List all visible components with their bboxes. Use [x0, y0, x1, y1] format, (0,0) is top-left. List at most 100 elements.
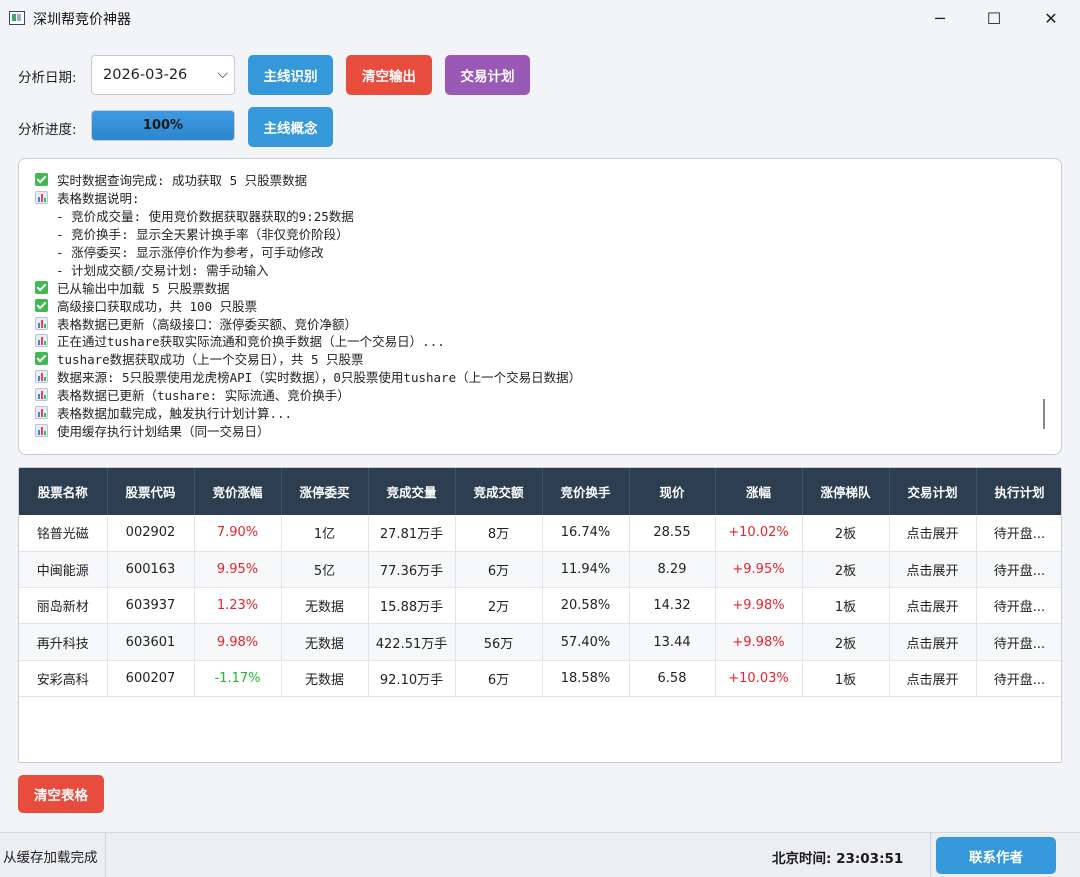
column-header[interactable]: 现价 — [629, 468, 716, 515]
chart-icon — [35, 334, 48, 348]
table-cell: 无数据 — [281, 587, 369, 625]
log-line: 表格数据已更新（高级接口：涨停委买额、竞价净额） — [35, 314, 1045, 332]
app-icon — [9, 11, 25, 25]
table-cell: 2板 — [802, 515, 890, 552]
table-cell: 9.98% — [194, 623, 282, 661]
table-cell: +10.02% — [715, 515, 803, 552]
trade-plan-button[interactable]: 交易计划 — [445, 55, 530, 95]
contact-author-button[interactable]: 联系作者 — [936, 837, 1056, 874]
table-cell: 002902 — [107, 515, 195, 552]
log-text: - 竞价换手: 显示全天累计换手率（非仅竞价阶段） — [41, 227, 349, 243]
table-cell[interactable]: 点击展开 — [889, 551, 977, 589]
log-text: 使用缓存执行计划结果（同一交易日） — [57, 423, 270, 439]
mainline-identify-button[interactable]: 主线识别 — [248, 55, 333, 95]
title-bar: 深圳帮竞价神器 ─ ☐ ✕ — [0, 0, 1080, 36]
table-cell: 16.74% — [542, 515, 630, 552]
log-text: 实时数据查询完成: 成功获取 5 只股票数据 — [57, 173, 308, 189]
column-header[interactable]: 交易计划 — [889, 468, 977, 515]
table-cell: 待开盘... — [976, 587, 1061, 625]
beijing-clock: 北京时间: 23:03:51 — [772, 851, 904, 867]
table-cell: -1.17% — [194, 660, 282, 697]
log-text: - 竞价成交量: 使用竞价数据获取器获取的9:25数据 — [41, 209, 354, 225]
table-cell: 11.94% — [542, 551, 630, 589]
table-cell: 14.32 — [629, 587, 716, 625]
table-cell[interactable]: 点击展开 — [889, 623, 977, 661]
chart-icon — [35, 423, 48, 437]
mainline-concept-button[interactable]: 主线概念 — [248, 107, 333, 147]
log-line: - 计划成交额/交易计划: 需手动输入 — [35, 260, 1045, 278]
clear-table-button[interactable]: 清空表格 — [18, 775, 104, 813]
progress-text: 100% — [142, 118, 184, 133]
table-cell: 15.88万手 — [368, 587, 456, 625]
log-line: - 涨停委买: 显示涨停价作为参考，可手动修改 — [35, 243, 1045, 261]
log-line: 实时数据查询完成: 成功获取 5 只股票数据 — [35, 171, 1045, 189]
analysis-progress-bar: 100% — [91, 110, 235, 141]
log-text: 表格数据已更新（tushare: 实际流通、竞价换手） — [57, 388, 350, 404]
column-header[interactable]: 竞价换手 — [542, 468, 630, 515]
date-label: 分析日期: — [18, 70, 77, 86]
table-cell: 92.10万手 — [368, 660, 456, 697]
chart-icon — [35, 370, 48, 384]
table-row[interactable]: 再升科技 603601 9.98% 无数据 422.51万手 56万 57.40% 13.44… — [19, 623, 1061, 661]
log-line: 数据来源: 5只股票使用龙虎榜API（实时数据），0只股票使用tushare（上… — [35, 368, 1045, 386]
chart-icon — [35, 406, 48, 420]
close-button[interactable]: ✕ — [1026, 0, 1076, 36]
chevron-down-icon: ⌵ — [217, 66, 228, 82]
log-text: 高级接口获取成功，共 100 只股票 — [57, 298, 258, 314]
table-row[interactable]: 安彩高科 600207 -1.17% 无数据 92.10万手 6万 18.58% 6.58 +1… — [19, 660, 1061, 697]
log-text: - 涨停委买: 显示涨停价作为参考，可手动修改 — [41, 245, 324, 261]
table-cell: 13.44 — [629, 623, 716, 661]
table-row[interactable]: 铭普光磁 002902 7.90% 1亿 27.81万手 8万 16.74% 28.55 +10… — [19, 515, 1061, 552]
log-text: 表格数据已更新（高级接口：涨停委买额、竞价净额） — [57, 316, 358, 332]
table-cell: 422.51万手 — [368, 623, 456, 661]
minimize-button[interactable]: ─ — [915, 0, 965, 36]
column-header[interactable]: 涨停梯队 — [802, 468, 890, 515]
table-cell: 28.55 — [629, 515, 716, 552]
status-divider — [930, 833, 931, 877]
maximize-button[interactable]: ☐ — [969, 0, 1019, 36]
column-header[interactable]: 股票名称 — [19, 468, 108, 515]
log-line: 表格数据说明: — [35, 189, 1045, 207]
log-line: - 竞价换手: 显示全天累计换手率（非仅竞价阶段） — [35, 225, 1045, 243]
column-header[interactable]: 竞价涨幅 — [194, 468, 282, 515]
table-row[interactable]: 丽岛新材 603937 1.23% 无数据 15.88万手 2万 20.58% 14.32 +9… — [19, 587, 1061, 625]
table-cell[interactable]: 点击展开 — [889, 515, 977, 552]
date-value: 2026-03-26 — [103, 67, 188, 83]
column-header[interactable]: 涨幅 — [715, 468, 803, 515]
table-cell: 中闽能源 — [19, 551, 108, 589]
log-text: tushare数据获取成功（上一个交易日），共 5 只股票 — [57, 352, 364, 368]
table-header-row: 股票名称 股票代码 竞价涨幅 涨停委买 竞成交量 竞成交额 竞价换手 现价 涨幅 涨停梯队 交易计划… — [19, 468, 1061, 515]
table-cell: 待开盘... — [976, 551, 1061, 589]
log-line: 使用缓存执行计划结果（同一交易日） — [35, 421, 1045, 439]
table-cell: 1板 — [802, 660, 890, 697]
table-row[interactable]: 中闽能源 600163 9.95% 5亿 77.36万手 6万 11.94% 8.29 +9.9… — [19, 551, 1061, 589]
column-header[interactable]: 涨停委买 — [281, 468, 369, 515]
table-cell: 6万 — [455, 660, 543, 697]
table-cell: 6万 — [455, 551, 543, 589]
clear-output-button[interactable]: 清空输出 — [346, 55, 432, 95]
table-cell[interactable]: 点击展开 — [889, 660, 977, 697]
table-cell: 8.29 — [629, 551, 716, 589]
table-cell: 丽岛新材 — [19, 587, 108, 625]
table-cell: 无数据 — [281, 623, 369, 661]
check-icon — [35, 352, 48, 366]
table-cell: 6.58 — [629, 660, 716, 697]
table-cell: 27.81万手 — [368, 515, 456, 552]
table-cell: 57.40% — [542, 623, 630, 661]
log-scrollbar[interactable] — [1043, 399, 1045, 429]
table-cell: 1板 — [802, 587, 890, 625]
column-header[interactable]: 执行计划 — [976, 468, 1061, 515]
table-cell: 600163 — [107, 551, 195, 589]
column-header[interactable]: 竞成交量 — [368, 468, 456, 515]
column-header[interactable]: 股票代码 — [107, 468, 195, 515]
status-bar: 从缓存加载完成 北京时间: 23:03:51 联系作者 — [0, 832, 1080, 877]
table-cell[interactable]: 点击展开 — [889, 587, 977, 625]
table-cell: 9.95% — [194, 551, 282, 589]
table-cell: 5亿 — [281, 551, 369, 589]
chart-icon — [35, 191, 48, 205]
log-text: 正在通过tushare获取实际流通和竞价换手数据（上一个交易日）... — [57, 334, 445, 350]
table-cell: +9.98% — [715, 587, 803, 625]
log-output[interactable]: 实时数据查询完成: 成功获取 5 只股票数据 表格数据说明: - 竞价成交量: 使… — [18, 158, 1062, 455]
column-header[interactable]: 竞成交额 — [455, 468, 543, 515]
date-select[interactable]: 2026-03-26 ⌵ — [91, 55, 235, 95]
